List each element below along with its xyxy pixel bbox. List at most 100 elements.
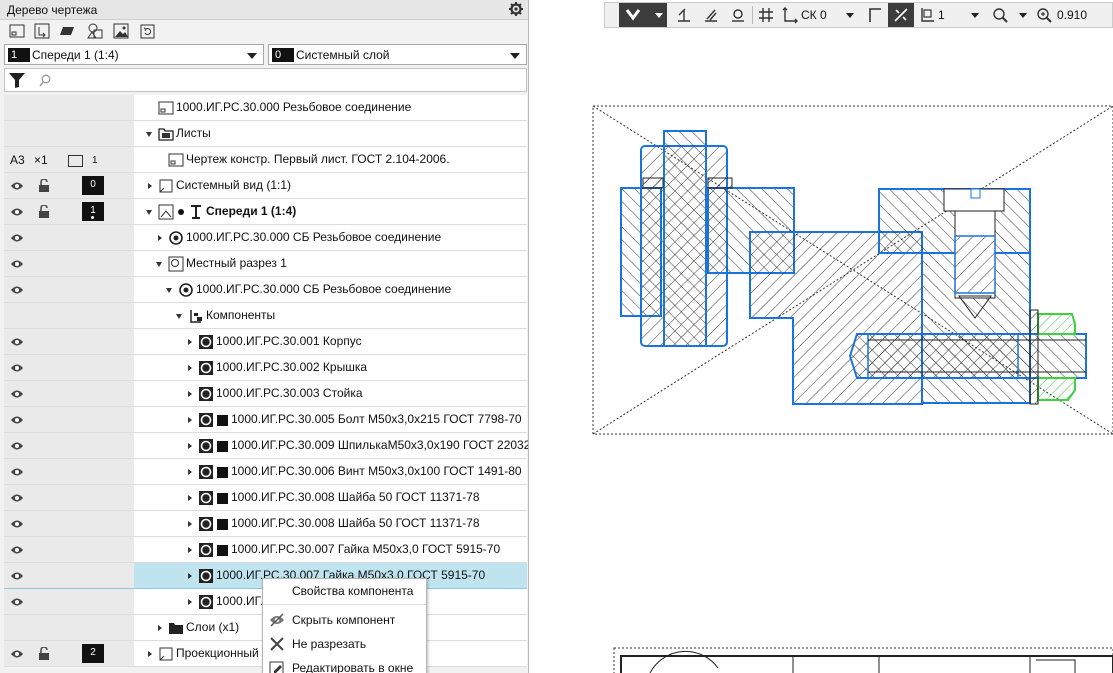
refresh-icon[interactable] — [138, 22, 156, 40]
expand-arrow-icon[interactable] — [158, 625, 162, 631]
chevron-down-icon[interactable] — [846, 13, 854, 18]
tree-row-label: 1000.ИГ.РС.30.000 СБ Резьбовое соединени… — [186, 230, 442, 244]
coordinate-system-value[interactable]: СК 0 — [801, 8, 827, 22]
lock-open-icon[interactable] — [38, 179, 50, 192]
expand-arrow-icon[interactable] — [188, 417, 192, 423]
current-layer-value[interactable]: 1 — [938, 8, 945, 22]
grid-icon[interactable] — [757, 6, 775, 24]
component-row-stud[interactable]: 1000.ИГ.РС.30.009 ШпилькаМ50х3,0х190 ГОС… — [4, 433, 528, 459]
menu-item-hide-component[interactable]: Скрыть компонент — [263, 608, 426, 632]
eye-icon[interactable] — [10, 388, 24, 400]
eye-icon[interactable] — [10, 258, 24, 270]
eye-icon[interactable] — [10, 180, 24, 192]
collapse-arrow-icon[interactable] — [176, 314, 182, 319]
menu-item-do-not-cut[interactable]: Не разрезать — [263, 632, 426, 656]
eye-icon[interactable] — [10, 414, 24, 426]
eye-icon[interactable] — [10, 596, 24, 608]
expand-arrow-icon[interactable] — [188, 391, 192, 397]
tree-row-sheets[interactable]: Листы — [4, 121, 527, 147]
lock-open-icon[interactable] — [38, 647, 50, 660]
collapse-arrow-icon[interactable] — [166, 288, 172, 293]
component-row-body[interactable]: 1000.ИГ.РС.30.001 Корпус — [4, 329, 527, 355]
expand-arrow-icon[interactable] — [188, 339, 192, 345]
eye-icon[interactable] — [10, 492, 24, 504]
expand-arrow-icon[interactable] — [188, 599, 192, 605]
tree-row-assembly-model[interactable]: 1000.ИГ.РС.30.000 СБ Резьбовое соединени… — [4, 225, 527, 251]
edit-icon — [269, 661, 284, 673]
snap-mode-button[interactable] — [619, 3, 667, 27]
expand-arrow-icon[interactable] — [188, 547, 192, 553]
tree-row-local-section[interactable]: Местный разрез 1 — [4, 251, 527, 277]
chevron-down-icon[interactable] — [971, 13, 979, 18]
tangent-icon[interactable] — [729, 6, 747, 24]
part-icon — [199, 569, 213, 583]
standard-part-icon — [217, 545, 228, 556]
collapse-arrow-icon[interactable] — [146, 210, 152, 215]
collapse-arrow-icon[interactable] — [156, 262, 162, 267]
menu-item-component-properties[interactable]: Свойства компонента — [263, 579, 426, 603]
eye-icon[interactable] — [10, 362, 24, 374]
eye-icon[interactable] — [10, 544, 24, 556]
component-row-washer[interactable]: 1000.ИГ.РС.30.008 Шайба 50 ГОСТ 11371-78 — [4, 511, 527, 537]
expand-arrow-icon[interactable] — [188, 521, 192, 527]
collapse-arrow-icon[interactable] — [146, 132, 152, 137]
lock-open-icon[interactable] — [38, 205, 50, 218]
component-row-screw[interactable]: 1000.ИГ.РС.30.006 Винт М50х3,0х100 ГОСТ … — [4, 459, 527, 485]
zoom-value[interactable]: 0.910 — [1057, 8, 1087, 22]
expand-arrow-icon[interactable] — [148, 651, 152, 657]
expand-arrow-icon[interactable] — [148, 183, 152, 189]
eye-icon[interactable] — [10, 466, 24, 478]
part-icon — [199, 439, 213, 453]
tree-row-system-view[interactable]: 0 Системный вид (1:1) — [4, 173, 527, 199]
component-row-stand[interactable]: 1000.ИГ.РС.30.003 Стойка — [4, 381, 527, 407]
expand-arrow-icon[interactable] — [188, 443, 192, 449]
eye-icon[interactable] — [10, 570, 24, 582]
component-row-washer[interactable]: 1000.ИГ.РС.30.008 Шайба 50 ГОСТ 11371-78 — [4, 485, 527, 511]
eye-icon[interactable] — [10, 232, 24, 244]
zoom-window-icon[interactable] — [991, 6, 1009, 24]
filter-icon[interactable] — [8, 72, 26, 89]
image-icon[interactable] — [112, 22, 130, 40]
gear-icon[interactable] — [508, 1, 524, 17]
eye-icon[interactable] — [10, 206, 24, 218]
tree-row-sheet-1[interactable]: А3 ×1 1 Чертеж констр. Первый лист. ГОСТ… — [4, 147, 527, 173]
parallel-icon[interactable] — [702, 6, 720, 24]
expand-arrow-icon[interactable] — [188, 495, 192, 501]
tree-row-front-view[interactable]: 1 Спереди 1 (1:4) — [4, 199, 527, 225]
eye-icon[interactable] — [10, 518, 24, 530]
part-icon — [199, 361, 213, 375]
tree-row-components[interactable]: Компоненты — [4, 303, 527, 329]
drawing-canvas[interactable] — [529, 29, 1113, 673]
menu-item-edit-in-window[interactable]: Редактировать в окне — [263, 656, 426, 673]
expand-arrow-icon[interactable] — [158, 235, 162, 241]
tree-row-assembly-model[interactable]: 1000.ИГ.РС.30.000 СБ Резьбовое соединени… — [4, 277, 527, 303]
eye-icon[interactable] — [10, 284, 24, 296]
search-bar[interactable] — [4, 68, 527, 92]
layer-select[interactable]: 0 Системный слой — [268, 44, 527, 65]
expand-arrow-icon[interactable] — [188, 365, 192, 371]
zoom-icon[interactable] — [1035, 6, 1053, 24]
next-view-frame — [613, 647, 1113, 673]
chevron-down-icon — [247, 53, 257, 59]
local-cs-button[interactable] — [888, 3, 914, 27]
coordinate-system-icon[interactable] — [781, 6, 799, 24]
eye-icon[interactable] — [10, 336, 24, 348]
assembly-section[interactable] — [620, 130, 1087, 405]
sheet-view-icon[interactable] — [8, 22, 26, 40]
eye-icon[interactable] — [10, 440, 24, 452]
expand-arrow-icon[interactable] — [188, 469, 192, 475]
hierarchy-icon[interactable] — [33, 22, 51, 40]
expand-arrow-icon[interactable] — [188, 573, 192, 579]
orthogonal-icon[interactable] — [866, 6, 884, 24]
objects-icon[interactable] — [86, 22, 104, 40]
perpendicular-icon[interactable] — [675, 6, 693, 24]
eye-icon[interactable] — [10, 648, 24, 660]
layer-level-icon[interactable] — [918, 6, 936, 24]
component-row-cover[interactable]: 1000.ИГ.РС.30.002 Крышка — [4, 355, 527, 381]
chevron-down-icon[interactable] — [1019, 13, 1027, 18]
view-select[interactable]: 1 Спереди 1 (1:4) — [4, 44, 264, 65]
tree-row-assembly-sheet[interactable]: 1000.ИГ.РС.30.000 Резьбовое соединение — [4, 95, 527, 121]
component-row-nut[interactable]: 1000.ИГ.РС.30.007 Гайка М50х3,0 ГОСТ 591… — [4, 537, 527, 563]
component-row-bolt[interactable]: 1000.ИГ.РС.30.005 Болт М50х3,0х215 ГОСТ … — [4, 407, 527, 433]
layer-icon[interactable] — [58, 22, 76, 40]
